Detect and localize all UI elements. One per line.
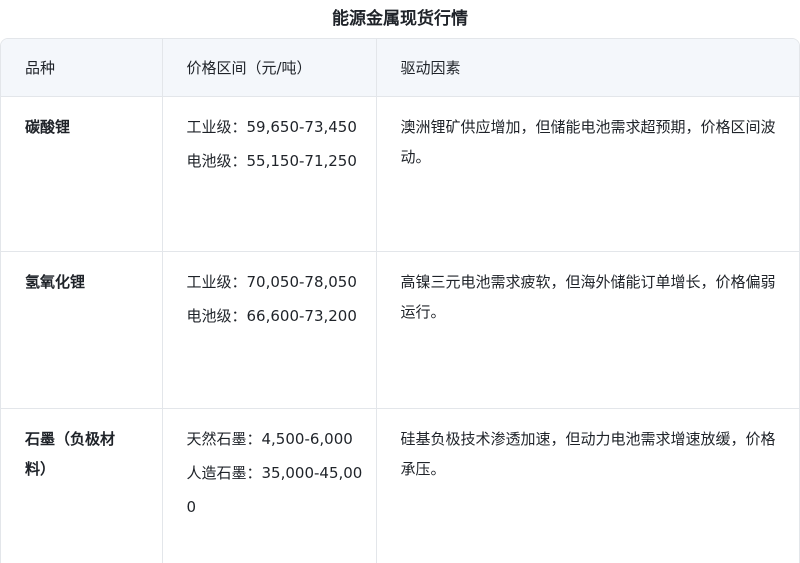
price-range: 工业级：59,650-73,450: [186, 117, 357, 136]
price-cell: 工业级：59,650-73,450 电池级：55,150-71,250: [162, 96, 377, 252]
driver-cell: 澳洲锂矿供应增加，但储能电池需求超预期，价格区间波动。: [376, 96, 799, 252]
column-header-product: 品种: [1, 39, 163, 97]
column-header-driver: 驱动因素: [376, 39, 799, 97]
price-range: 电池级：66,600-73,200: [186, 306, 357, 325]
table-header-row: 品种 价格区间（元/吨） 驱动因素: [1, 39, 799, 97]
price-table-card: 品种 价格区间（元/吨） 驱动因素 碳酸锂 工业级：59,650-73,450 …: [0, 38, 800, 563]
table-row: 碳酸锂 工业级：59,650-73,450 电池级：55,150-71,250 …: [1, 96, 799, 252]
table-row: 石墨（负极材料） 天然石墨：4,500-6,000 人造石墨：35,000-45…: [1, 408, 799, 563]
driver-cell: 硅基负极技术渗透加速，但动力电池需求增速放缓，价格承压。: [376, 408, 799, 563]
price-range: 工业级：70,050-78,050: [186, 272, 357, 291]
product-cell: 石墨（负极材料）: [1, 408, 163, 563]
column-header-price: 价格区间（元/吨）: [162, 39, 377, 97]
price-cell: 天然石墨：4,500-6,000 人造石墨：35,000-45,000: [162, 408, 377, 563]
page: 能源金属现货行情 品种 价格区间（元/吨） 驱动因素 碳酸锂 工业级：59,65…: [0, 0, 800, 563]
page-title: 能源金属现货行情: [332, 9, 468, 29]
product-cell: 氢氧化锂: [1, 251, 163, 409]
price-range: 电池级：55,150-71,250: [186, 151, 357, 170]
price-range: 天然石墨：4,500-6,000: [186, 429, 353, 448]
product-cell: 碳酸锂: [1, 96, 163, 252]
driver-cell: 高镍三元电池需求疲软，但海外储能订单增长，价格偏弱运行。: [376, 251, 799, 409]
price-table: 品种 价格区间（元/吨） 驱动因素 碳酸锂 工业级：59,650-73,450 …: [1, 39, 799, 563]
price-range: 人造石墨：35,000-45,000: [186, 463, 363, 516]
price-cell: 工业级：70,050-78,050 电池级：66,600-73,200: [162, 251, 377, 409]
table-row: 氢氧化锂 工业级：70,050-78,050 电池级：66,600-73,200…: [1, 251, 799, 409]
